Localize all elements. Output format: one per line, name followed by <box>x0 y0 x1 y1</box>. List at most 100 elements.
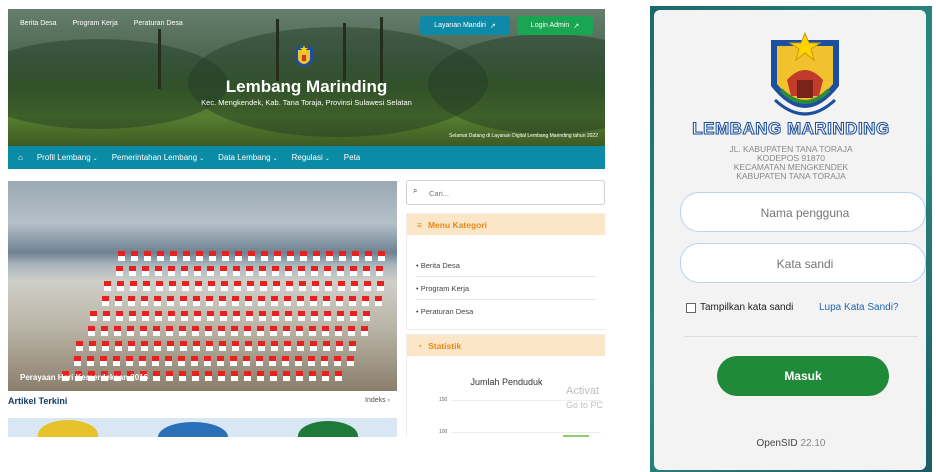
flag-shape <box>194 311 201 321</box>
flag-shape <box>271 296 278 306</box>
flag-shape <box>311 311 318 321</box>
flag-shape <box>141 296 148 306</box>
home-icon[interactable]: ⌂ <box>18 153 23 162</box>
flag-shape <box>296 371 303 381</box>
flag-shape <box>230 356 237 366</box>
flag-shape <box>337 311 344 321</box>
flag-shape <box>323 296 330 306</box>
flag-shape <box>245 296 252 306</box>
search-input[interactable] <box>427 184 601 202</box>
flag-shape <box>193 341 200 351</box>
articles-index-link[interactable]: Indeks › <box>365 397 390 404</box>
slideshow-image[interactable] <box>8 181 397 391</box>
address-line-4: KABUPATEN TANA TORAJA <box>736 171 846 181</box>
chevron-down-icon: ⌄ <box>92 156 98 162</box>
flag-shape <box>298 311 305 321</box>
show-password-toggle[interactable]: Tampilkan kata sandi <box>686 302 793 313</box>
flag-shape <box>338 281 345 291</box>
flag-shape <box>113 356 120 366</box>
username-field[interactable] <box>681 193 929 233</box>
flag-shape <box>220 311 227 321</box>
flag-shape <box>273 281 280 291</box>
flag-shape <box>168 311 175 321</box>
flag-shape <box>256 356 263 366</box>
app-footer: OpenSID 22.10 <box>650 438 932 449</box>
flag-shape <box>286 281 293 291</box>
login-screen: LEMBANG MARINDING JL. KABUPATEN TANA TOR… <box>650 6 932 472</box>
flag-shape <box>130 281 137 291</box>
flag-shape <box>348 326 355 336</box>
flag-shape <box>181 311 188 321</box>
menu-item-program[interactable]: • Program Kerja <box>416 284 469 293</box>
forgot-password-link[interactable]: Lupa Kata Sandi? <box>819 302 899 313</box>
flag-shape <box>74 356 81 366</box>
flag-shape <box>165 356 172 366</box>
flag-shape <box>365 251 372 261</box>
flag-shape <box>222 251 229 261</box>
top-link-peraturan[interactable]: Peraturan Desa <box>134 20 183 27</box>
flag-shape <box>335 326 342 336</box>
flag-shape <box>309 326 316 336</box>
article-thumbnail[interactable] <box>8 418 397 437</box>
chevron-down-icon: ⌄ <box>324 156 330 162</box>
chevron-right-icon: › <box>387 397 390 404</box>
password-field[interactable] <box>681 244 929 284</box>
flag-shape <box>271 341 278 351</box>
show-password-checkbox[interactable] <box>686 302 696 313</box>
flag-shape <box>375 296 382 306</box>
layanan-mandiri-button[interactable]: Layanan Mandiri ↗ <box>420 16 510 35</box>
flag-shape <box>100 356 107 366</box>
windows-activation-watermark: Activat Go to PC <box>566 384 603 412</box>
articles-index-label: Indeks <box>365 397 386 404</box>
flag-shape <box>206 341 213 351</box>
flag-shape <box>220 266 227 276</box>
flag-shape <box>248 251 255 261</box>
flag-shape <box>351 281 358 291</box>
flag-shape <box>349 296 356 306</box>
flag-shape <box>336 296 343 306</box>
welcome-ticker: Selamat Datang di Layanan Digital Lemban… <box>449 133 598 139</box>
flag-shape <box>115 296 122 306</box>
flag-shape <box>180 296 187 306</box>
flag-shape <box>322 371 329 381</box>
flag-shape <box>104 281 111 291</box>
login-admin-button[interactable]: Login Admin ↗ <box>517 16 593 35</box>
flag-shape <box>309 371 316 381</box>
flag-shape <box>207 266 214 276</box>
nav-peta[interactable]: Peta <box>344 153 360 162</box>
flag-shape <box>323 341 330 351</box>
chevron-down-icon: ⌄ <box>199 156 205 162</box>
top-links: Berita Desa Program Kerja Peraturan Desa <box>20 20 183 27</box>
flag-shape <box>284 341 291 351</box>
flag-shape <box>363 266 370 276</box>
flag-shape <box>270 371 277 381</box>
flag-shape <box>101 326 108 336</box>
top-link-program[interactable]: Program Kerja <box>73 20 118 27</box>
flag-shape <box>204 356 211 366</box>
nav-regulasi[interactable]: Regulasi ⌄ <box>292 153 330 162</box>
nav-profil[interactable]: Profil Lembang ⌄ <box>37 153 98 162</box>
flag-shape <box>207 311 214 321</box>
external-link-icon: ↗ <box>489 22 496 30</box>
flag-shape <box>287 251 294 261</box>
menu-item-peraturan[interactable]: • Peraturan Desa <box>416 307 473 316</box>
menu-item-berita[interactable]: • Berita Desa <box>416 261 460 270</box>
flag-shape <box>243 356 250 366</box>
flag-shape <box>196 251 203 261</box>
chart-tick-150: 150 <box>439 397 448 403</box>
top-link-berita[interactable]: Berita Desa <box>20 20 57 27</box>
nav-pemerintahan-label: Pemerintahan Lembang <box>111 153 198 162</box>
menu-item-label: Peraturan Desa <box>420 307 474 316</box>
flag-shape <box>349 341 356 351</box>
flag-shape <box>156 281 163 291</box>
flag-shape <box>117 281 124 291</box>
login-button[interactable]: Masuk <box>717 356 889 396</box>
flag-shape <box>297 296 304 306</box>
flag-shape <box>217 356 224 366</box>
flag-shape <box>322 326 329 336</box>
nav-data[interactable]: Data Lembang ⌄ <box>218 153 278 162</box>
flag-shape <box>88 326 95 336</box>
flag-shape <box>89 341 96 351</box>
flag-shape <box>218 326 225 336</box>
nav-pemerintahan[interactable]: Pemerintahan Lembang ⌄ <box>112 153 204 162</box>
